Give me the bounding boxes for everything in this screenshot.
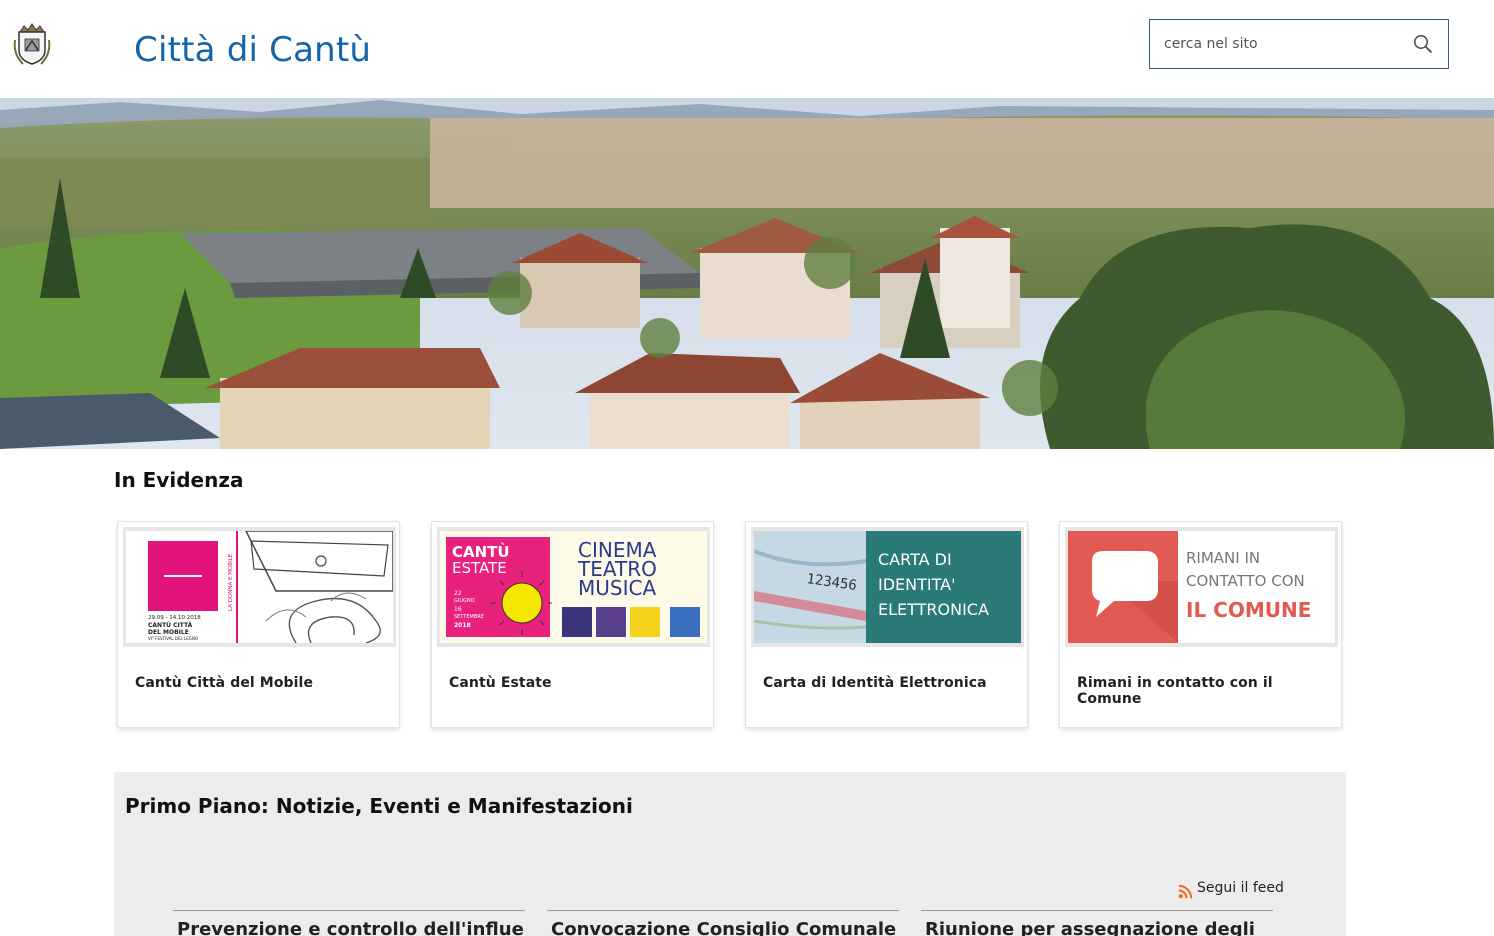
news-item: Convocazione Consiglio Comunale	[547, 910, 899, 936]
svg-text:GIUGNO: GIUGNO	[454, 598, 475, 604]
svg-text:22: 22	[454, 590, 462, 597]
svg-text:IDENTITA': IDENTITA'	[878, 575, 955, 594]
card-title[interactable]: Rimani in contatto con il Comune	[1077, 675, 1341, 707]
site-header: Città di Cantù	[0, 0, 1494, 98]
svg-text:DEL MOBILE: DEL MOBILE	[148, 629, 189, 636]
news-item: Riunione per assegnazione degli	[921, 910, 1273, 936]
search-icon	[1414, 35, 1432, 53]
card-title[interactable]: Carta di Identità Elettronica	[763, 675, 987, 691]
card-rimani-in-contatto[interactable]: RIMANI IN CONTATTO CON IL COMUNE Rimani …	[1059, 521, 1342, 728]
svg-text:RIMANI IN: RIMANI IN	[1186, 549, 1260, 567]
news-title[interactable]: Convocazione Consiglio Comunale	[547, 911, 899, 936]
comune-contact-graphic: RIMANI IN CONTATTO CON IL COMUNE	[1068, 531, 1311, 643]
estate-poster-graphic: CANTÙ ESTATE 22 GIUGNO 16 SETTEMBRE 2018…	[440, 531, 707, 643]
feed-label: Segui il feed	[1197, 880, 1284, 896]
rss-feed-link[interactable]: Segui il feed	[1178, 880, 1284, 899]
search-input[interactable]	[1164, 20, 1404, 68]
svg-text:ELETTRONICA: ELETTRONICA	[878, 600, 989, 619]
cie-graphic: 123456 CARTA DI IDENTITA' ELETTRONICA	[754, 531, 1021, 643]
svg-text:CARTA DI: CARTA DI	[878, 550, 952, 569]
rss-icon	[1178, 884, 1193, 899]
card-image: 123456 CARTA DI IDENTITA' ELETTRONICA	[751, 527, 1024, 647]
in-evidenza-heading: In Evidenza	[114, 468, 244, 492]
svg-text:ESTATE: ESTATE	[452, 559, 507, 577]
svg-text:VI° FESTIVAL DEL LEGNO: VI° FESTIVAL DEL LEGNO	[148, 636, 198, 641]
card-title[interactable]: Cantù Estate	[449, 675, 552, 691]
card-image: CANTÙ ESTATE 22 GIUGNO 16 SETTEMBRE 2018…	[437, 527, 710, 647]
svg-text:SETTEMBRE: SETTEMBRE	[454, 614, 484, 620]
primo-piano-heading: Primo Piano: Notizie, Eventi e Manifesta…	[125, 794, 633, 818]
svg-text:2018: 2018	[454, 622, 471, 629]
hero-town-panorama	[0, 98, 1494, 449]
svg-text:CONTATTO CON: CONTATTO CON	[1186, 572, 1305, 590]
news-item: Prevenzione e controllo dell'influenza	[173, 910, 525, 936]
svg-text:29.09 - 14.10.2018: 29.09 - 14.10.2018	[148, 615, 201, 621]
card-image: LA DONNA E MOBILE 29.09 - 14.10.2018 CAN…	[123, 527, 396, 647]
search-box	[1149, 19, 1449, 69]
card-citta-del-mobile[interactable]: LA DONNA E MOBILE 29.09 - 14.10.2018 CAN…	[117, 521, 400, 728]
card-title[interactable]: Cantù Città del Mobile	[135, 675, 313, 691]
svg-text:16: 16	[454, 606, 462, 613]
primo-piano-section: Primo Piano: Notizie, Eventi e Manifesta…	[114, 772, 1346, 936]
card-image: RIMANI IN CONTATTO CON IL COMUNE	[1065, 527, 1338, 647]
news-title[interactable]: Prevenzione e controllo dell'influenza	[173, 911, 525, 936]
site-title[interactable]: Città di Cantù	[134, 30, 371, 70]
mobile-festival-graphic: LA DONNA E MOBILE 29.09 - 14.10.2018 CAN…	[148, 531, 393, 643]
vertical-festival-text: LA DONNA E MOBILE	[228, 553, 234, 611]
search-button[interactable]	[1412, 34, 1434, 56]
card-cantu-estate[interactable]: CANTÙ ESTATE 22 GIUGNO 16 SETTEMBRE 2018…	[431, 521, 714, 728]
svg-text:MUSICA: MUSICA	[578, 576, 656, 600]
svg-text:IL COMUNE: IL COMUNE	[1186, 598, 1311, 622]
svg-text:CANTÙ CITTÀ: CANTÙ CITTÀ	[148, 622, 193, 629]
card-carta-identita[interactable]: 123456 CARTA DI IDENTITA' ELETTRONICA Ca…	[745, 521, 1028, 728]
municipal-crest-icon[interactable]	[11, 20, 53, 68]
hero-image	[0, 98, 1494, 449]
news-title[interactable]: Riunione per assegnazione degli	[921, 911, 1273, 936]
